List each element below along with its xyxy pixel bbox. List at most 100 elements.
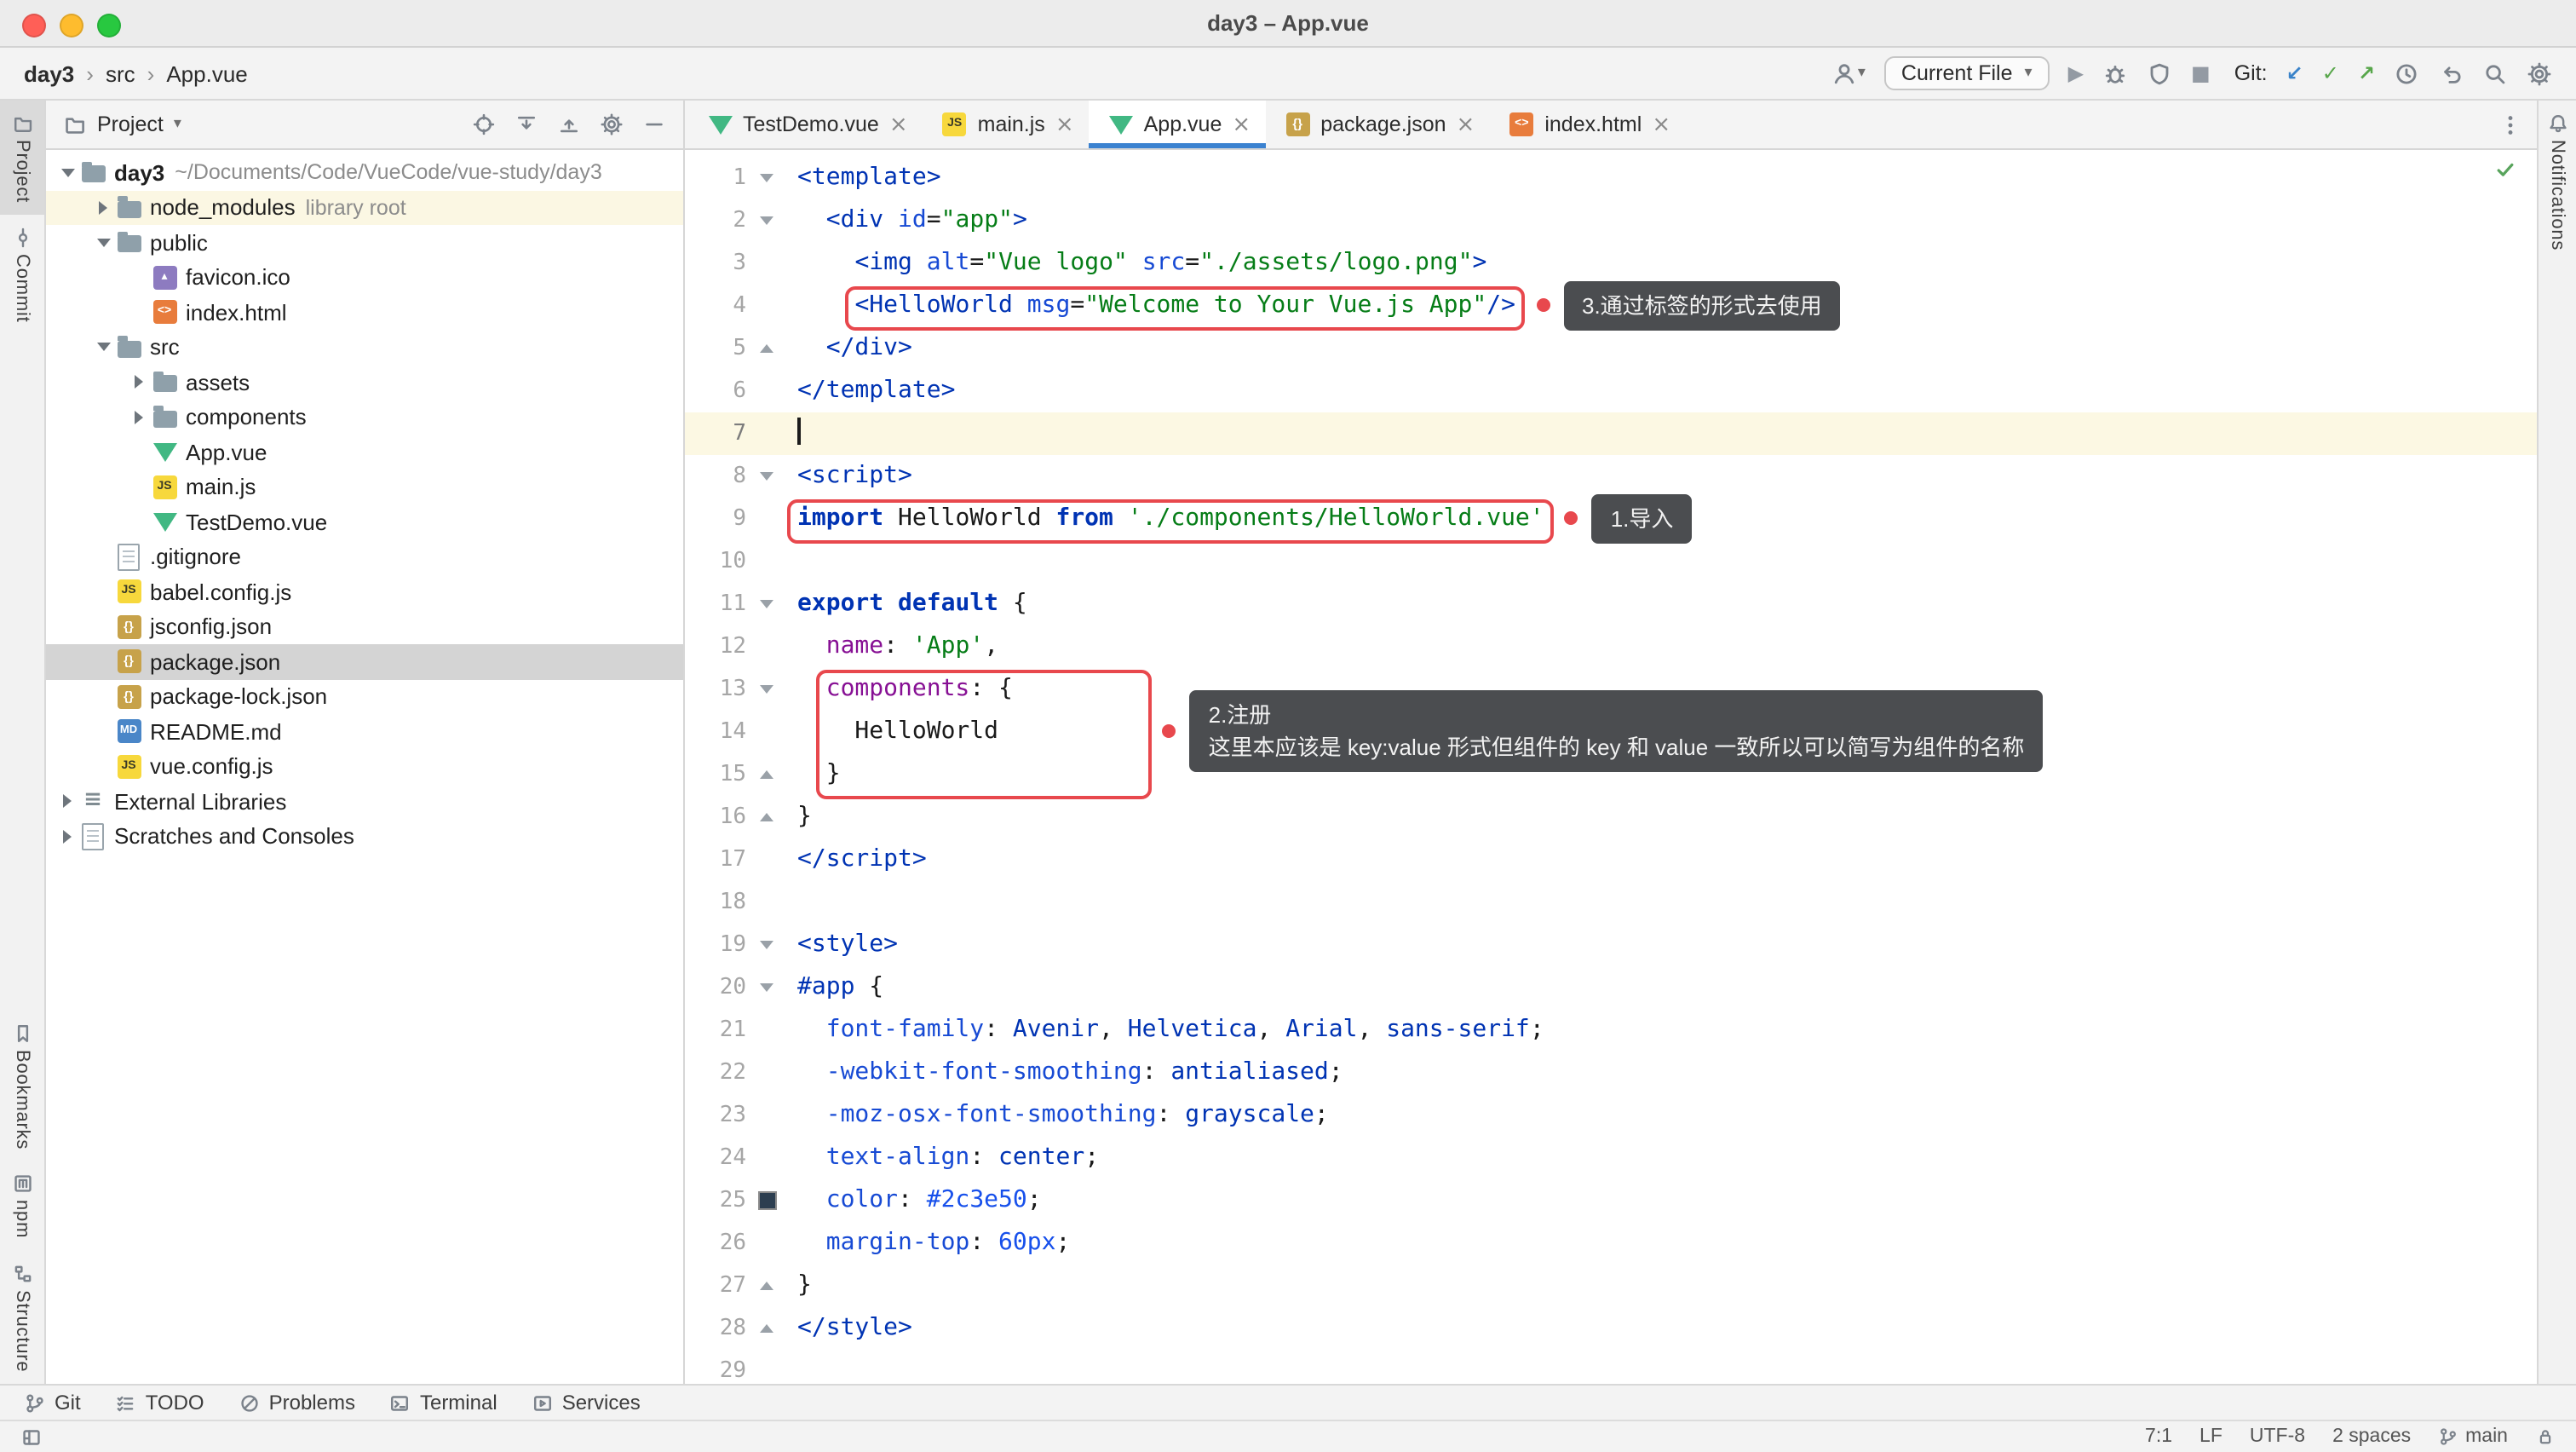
breadcrumb-item-day3[interactable]: day3 — [24, 60, 74, 86]
stop-button[interactable]: ■ — [2191, 60, 2211, 86]
tree-item-src[interactable]: src — [46, 330, 683, 365]
tree-item-app-vue[interactable]: App.vue — [46, 435, 683, 470]
code-line[interactable]: 22 -webkit-font-smoothing: antialiased; — [685, 1052, 2537, 1094]
debug-button[interactable] — [2102, 60, 2128, 86]
code-line[interactable]: 5 </div> — [685, 327, 2537, 370]
code-line[interactable]: 21 font-family: Avenir, Helvetica, Arial… — [685, 1009, 2537, 1052]
git-update-button[interactable]: ↙ — [2286, 60, 2303, 86]
select-opened-file-icon[interactable] — [472, 112, 496, 136]
tree-item-jsconfig-json[interactable]: {}jsconfig.json — [46, 609, 683, 644]
tab-options-icon[interactable] — [2498, 112, 2523, 137]
tab-close-icon[interactable] — [1232, 113, 1251, 135]
tree-item-index-html[interactable]: <>index.html — [46, 295, 683, 330]
chevron-right-icon[interactable] — [128, 366, 150, 400]
tree-item-scratches-and-consoles[interactable]: Scratches and Consoles — [46, 819, 683, 854]
tool-window-button-problems[interactable]: Problems — [239, 1391, 355, 1415]
tab-close-icon[interactable] — [1652, 113, 1670, 135]
code-line[interactable]: 14 HelloWorld — [685, 711, 2537, 753]
tool-window-button-todo[interactable]: TODO — [115, 1391, 204, 1415]
chevron-right-icon[interactable] — [92, 191, 114, 225]
rollback-button[interactable] — [2438, 60, 2464, 86]
run-button[interactable]: ▶ — [2068, 60, 2084, 86]
git-commit-button[interactable]: ✓ — [2322, 60, 2339, 86]
read-only-lock-icon[interactable] — [2535, 1426, 2556, 1447]
code-line[interactable]: 28</style> — [685, 1307, 2537, 1350]
tab-close-icon[interactable] — [1457, 113, 1475, 135]
tool-stripe-item-commit[interactable]: Commit — [0, 215, 44, 335]
code-line[interactable]: 17</script> — [685, 838, 2537, 881]
code-line[interactable]: 19<style> — [685, 924, 2537, 966]
fold-collapse-icon[interactable] — [760, 941, 773, 949]
hide-panel-icon[interactable] — [642, 112, 666, 136]
file-encoding[interactable]: UTF-8 — [2250, 1426, 2305, 1447]
code-line[interactable]: 12 name: 'App', — [685, 625, 2537, 668]
run-configuration-dropdown[interactable]: Current File — [1884, 56, 2050, 90]
code-line[interactable]: 27} — [685, 1265, 2537, 1307]
tool-window-button-services[interactable]: Services — [532, 1391, 641, 1415]
minimize-window-button[interactable] — [60, 14, 83, 37]
code-line[interactable]: 9import HelloWorld from './components/He… — [685, 498, 2537, 540]
user-account-icon[interactable] — [1832, 60, 1866, 86]
editor-tab-package-json[interactable]: {}package.json — [1266, 101, 1490, 148]
code-line[interactable]: 24 text-align: center; — [685, 1137, 2537, 1179]
code-line[interactable]: 2 <div id="app"> — [685, 199, 2537, 242]
chevron-down-icon[interactable] — [92, 226, 114, 260]
fold-end-icon[interactable] — [760, 344, 773, 353]
tree-item-readme-md[interactable]: MDREADME.md — [46, 714, 683, 749]
tree-item-testdemo-vue[interactable]: TestDemo.vue — [46, 504, 683, 539]
fold-collapse-icon[interactable] — [760, 174, 773, 182]
coverage-button[interactable] — [2147, 60, 2172, 86]
fold-end-icon[interactable] — [760, 813, 773, 821]
editor-tab-app-vue[interactable]: App.vue — [1090, 101, 1267, 148]
tab-close-icon[interactable] — [889, 113, 908, 135]
chevron-down-icon[interactable] — [92, 331, 114, 365]
tool-stripe-item-structure[interactable]: Structure — [0, 1251, 44, 1384]
tree-item-main-js[interactable]: JSmain.js — [46, 470, 683, 504]
tool-window-button-terminal[interactable]: Terminal — [389, 1391, 497, 1415]
tree-item-assets[interactable]: assets — [46, 365, 683, 400]
code-line[interactable]: 3 <img alt="Vue logo" src="./assets/logo… — [685, 242, 2537, 285]
code-line[interactable]: 1<template> — [685, 157, 2537, 199]
code-line[interactable]: 20#app { — [685, 966, 2537, 1009]
tool-window-switcher-icon[interactable] — [20, 1426, 43, 1448]
inspections-ok-icon[interactable] — [2494, 158, 2516, 181]
editor-tab-testdemo-vue[interactable]: TestDemo.vue — [688, 101, 923, 148]
chevron-right-icon[interactable] — [56, 820, 78, 854]
expand-all-icon[interactable] — [515, 112, 538, 136]
chevron-down-icon[interactable] — [56, 156, 78, 190]
breadcrumb-item-app-vue[interactable]: App.vue — [166, 60, 247, 86]
code-line[interactable]: 15 } — [685, 753, 2537, 796]
git-branch-widget[interactable]: main — [2438, 1426, 2508, 1447]
git-push-button[interactable]: ↗ — [2358, 60, 2375, 86]
history-button[interactable] — [2394, 60, 2419, 86]
code-line[interactable]: 26 margin-top: 60px; — [685, 1222, 2537, 1265]
code-line[interactable]: 7 — [685, 412, 2537, 455]
tree-item-components[interactable]: components — [46, 400, 683, 435]
code-line[interactable]: 23 -moz-osx-font-smoothing: grayscale; — [685, 1094, 2537, 1137]
code-line[interactable]: 16} — [685, 796, 2537, 838]
settings-button[interactable] — [2527, 60, 2552, 86]
tool-stripe-item-project[interactable]: Project — [0, 101, 44, 215]
tree-item-public[interactable]: public — [46, 225, 683, 260]
tree-item-babel-config-js[interactable]: JSbabel.config.js — [46, 574, 683, 609]
zoom-window-button[interactable] — [97, 14, 121, 37]
tree-item-package-lock-json[interactable]: {}package-lock.json — [46, 679, 683, 714]
code-editor[interactable]: 1<template>2 <div id="app">3 <img alt="V… — [685, 150, 2537, 1384]
code-line[interactable]: 25 color: #2c3e50; — [685, 1179, 2537, 1222]
fold-end-icon[interactable] — [760, 770, 773, 779]
close-window-button[interactable] — [22, 14, 46, 37]
fold-collapse-icon[interactable] — [760, 216, 773, 225]
tree-item-day3[interactable]: day3~/Documents/Code/VueCode/vue-study/d… — [46, 155, 683, 190]
tool-window-button-git[interactable]: Git — [24, 1391, 81, 1415]
code-line[interactable]: 13 components: { — [685, 668, 2537, 711]
fold-collapse-icon[interactable] — [760, 685, 773, 694]
fold-end-icon[interactable] — [760, 1282, 773, 1290]
code-line[interactable]: 8<script> — [685, 455, 2537, 498]
fold-collapse-icon[interactable] — [760, 600, 773, 608]
line-separator[interactable]: LF — [2199, 1426, 2222, 1447]
tool-stripe-item-bookmarks[interactable]: Bookmarks — [0, 1010, 44, 1161]
tree-item-vue-config-js[interactable]: JSvue.config.js — [46, 749, 683, 784]
panel-options-icon[interactable] — [600, 112, 624, 136]
project-panel-title-dropdown[interactable]: Project — [63, 112, 181, 136]
editor-tab-main-js[interactable]: JSmain.js — [923, 101, 1090, 148]
